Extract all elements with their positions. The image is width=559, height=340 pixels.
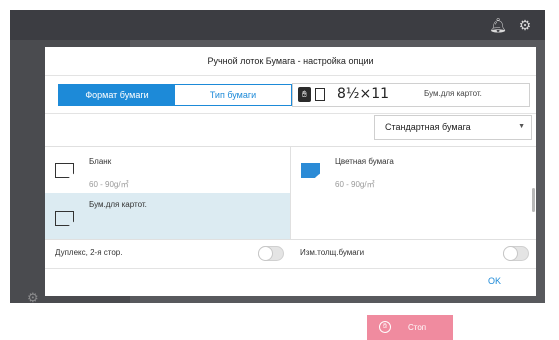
color-paper-icon (301, 163, 320, 178)
duplex-label: Дуплекс, 2-я стор. (55, 248, 123, 257)
paper-icon (55, 211, 74, 226)
gear-icon[interactable]: ⚙ (515, 15, 535, 35)
paper-icon (55, 163, 74, 178)
chevron-down-icon: ▼ (518, 123, 525, 130)
divider (45, 113, 536, 114)
paper-category-select[interactable]: Стандартная бумага ▼ (374, 115, 532, 140)
thickness-row: Изм.толщ.бумаги (290, 240, 536, 268)
dialog-title: Ручной лоток Бумага - настройка опции (45, 47, 536, 76)
paper-category-value: Стандартная бумага (385, 122, 471, 132)
paper-type-list: Бланк 60 - 90g/㎡ Цветная бумага 60 - 90g… (45, 146, 536, 240)
paper-type-name: Бланк (89, 157, 112, 166)
paper-size-value: 8½×11 (337, 86, 390, 102)
paper-options-dialog: Ручной лоток Бумага - настройка опции Фо… (45, 47, 536, 296)
paper-type-value: Бум.для картот. (424, 89, 482, 98)
bell-icon[interactable]: 🔔︎ (488, 15, 508, 35)
thickness-toggle[interactable] (503, 246, 529, 261)
stop-label: Стоп (408, 323, 427, 332)
top-bar: 🔔︎ ⚙ (10, 10, 545, 40)
duplex-toggle[interactable] (258, 246, 284, 261)
paper-type-item[interactable]: Бум.для картот. (45, 193, 290, 239)
paper-type-weight: 60 - 90g/㎡ (335, 180, 375, 189)
thickness-label: Изм.толщ.бумаги (300, 248, 365, 257)
ok-button[interactable]: OK (488, 276, 501, 286)
toggle-knob (503, 246, 518, 261)
paper-type-item-empty (290, 193, 536, 239)
list-scrollbar[interactable] (532, 188, 535, 212)
gear-icon: ⚙ (27, 290, 39, 305)
duplex-row: Дуплекс, 2-я стор. (45, 240, 290, 268)
divider (45, 268, 536, 269)
paper-type-name: Цветная бумага (335, 157, 394, 166)
stop-button[interactable]: ✋︎ Стоп (367, 315, 453, 340)
tab-paper-size[interactable]: Формат бумаги (59, 85, 175, 105)
stop-icon: ✋︎ (379, 321, 391, 333)
toggle-knob (258, 246, 273, 261)
paper-type-weight: 60 - 90g/㎡ (89, 180, 129, 189)
paper-type-name: Бум.для картот. (89, 200, 147, 209)
tab-paper-type[interactable]: Тип бумаги (175, 85, 291, 105)
paper-type-item[interactable]: Бланк 60 - 90g/㎡ (45, 147, 290, 193)
paper-orientation-icon (315, 88, 325, 101)
current-paper-display: ✋︎ 8½×11 Бум.для картот. (292, 83, 530, 107)
paper-type-item[interactable]: Цветная бумага 60 - 90g/㎡ (290, 147, 536, 193)
hand-tray-icon: ✋︎ (298, 87, 311, 102)
tab-group: Формат бумаги Тип бумаги (58, 84, 292, 106)
